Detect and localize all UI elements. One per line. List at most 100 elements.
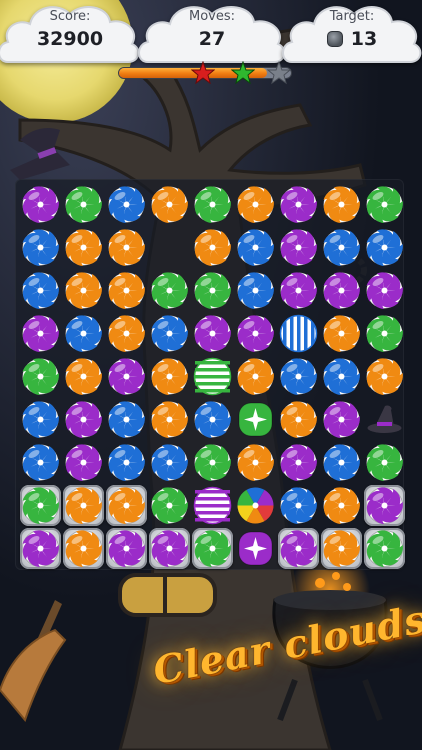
board-cell[interactable] bbox=[148, 527, 191, 570]
board-cell[interactable] bbox=[62, 269, 105, 312]
board-cell[interactable] bbox=[148, 183, 191, 226]
board-cell[interactable] bbox=[363, 527, 406, 570]
board-cell[interactable] bbox=[62, 527, 105, 570]
board-cell[interactable] bbox=[277, 312, 320, 355]
purple-swirl-candy-icon bbox=[108, 358, 145, 396]
board-cell[interactable] bbox=[234, 183, 277, 226]
board-cell[interactable] bbox=[62, 183, 105, 226]
board-cell[interactable] bbox=[191, 398, 234, 441]
board-cell[interactable] bbox=[277, 226, 320, 269]
board-cell[interactable] bbox=[19, 355, 62, 398]
board-cell[interactable] bbox=[234, 484, 277, 527]
orange-swirl-candy-icon bbox=[366, 358, 403, 396]
board-cell[interactable] bbox=[19, 398, 62, 441]
blue-swirl-candy-icon bbox=[22, 229, 59, 267]
board-cell[interactable] bbox=[62, 441, 105, 484]
board-cell[interactable] bbox=[234, 269, 277, 312]
board-cell[interactable] bbox=[105, 398, 148, 441]
board-cell-empty bbox=[148, 226, 191, 269]
board-cell[interactable] bbox=[148, 398, 191, 441]
board-cell[interactable] bbox=[19, 312, 62, 355]
board-cell[interactable] bbox=[148, 269, 191, 312]
board-cell[interactable] bbox=[320, 226, 363, 269]
board-cell[interactable] bbox=[320, 398, 363, 441]
board-cell[interactable] bbox=[191, 183, 234, 226]
board-cell[interactable] bbox=[320, 312, 363, 355]
board-cell[interactable] bbox=[320, 527, 363, 570]
cloud-tile-icon bbox=[326, 31, 343, 47]
target-value-row: 13 bbox=[282, 28, 422, 50]
board-cell[interactable] bbox=[363, 355, 406, 398]
board-cell[interactable] bbox=[191, 527, 234, 570]
board-cell[interactable] bbox=[363, 183, 406, 226]
board-cell[interactable] bbox=[320, 355, 363, 398]
board-cell[interactable] bbox=[191, 484, 234, 527]
board-cell[interactable] bbox=[105, 355, 148, 398]
board-cell[interactable] bbox=[19, 269, 62, 312]
board-cell[interactable] bbox=[62, 355, 105, 398]
board-cell[interactable] bbox=[191, 269, 234, 312]
board-cell[interactable] bbox=[363, 226, 406, 269]
board-cell[interactable] bbox=[19, 441, 62, 484]
board-cell[interactable] bbox=[277, 355, 320, 398]
board-cell[interactable] bbox=[148, 484, 191, 527]
board-cell[interactable] bbox=[234, 355, 277, 398]
blue-swirl-candy-icon bbox=[366, 229, 403, 267]
purple-swirl-candy-icon bbox=[22, 530, 59, 568]
board-cell[interactable] bbox=[105, 484, 148, 527]
board-cell[interactable] bbox=[363, 441, 406, 484]
striped-green-candy-icon bbox=[193, 357, 232, 396]
board-cell[interactable] bbox=[234, 312, 277, 355]
board-cell[interactable] bbox=[62, 398, 105, 441]
board-cell[interactable] bbox=[19, 183, 62, 226]
board-cell[interactable] bbox=[363, 484, 406, 527]
board-cell[interactable] bbox=[191, 226, 234, 269]
board-cell[interactable] bbox=[148, 312, 191, 355]
wrapped-purple-candy-icon bbox=[238, 531, 273, 566]
board-cell[interactable] bbox=[363, 312, 406, 355]
board-cell[interactable] bbox=[191, 441, 234, 484]
purple-swirl-candy-icon bbox=[280, 530, 317, 568]
board-cell[interactable] bbox=[105, 527, 148, 570]
board-cell[interactable] bbox=[277, 441, 320, 484]
board-cell[interactable] bbox=[148, 355, 191, 398]
board-cell[interactable] bbox=[105, 441, 148, 484]
board-cell[interactable] bbox=[19, 527, 62, 570]
board-cell[interactable] bbox=[105, 183, 148, 226]
board-cell[interactable] bbox=[62, 484, 105, 527]
orange-swirl-candy-icon bbox=[151, 401, 188, 439]
blue-swirl-candy-icon bbox=[280, 487, 317, 525]
board-cell[interactable] bbox=[148, 441, 191, 484]
board-cell[interactable] bbox=[191, 312, 234, 355]
board-cell[interactable] bbox=[363, 398, 406, 441]
orange-swirl-candy-icon bbox=[194, 229, 231, 267]
board-cell[interactable] bbox=[234, 398, 277, 441]
board-cell[interactable] bbox=[320, 269, 363, 312]
board-cell[interactable] bbox=[105, 226, 148, 269]
board-cell[interactable] bbox=[105, 312, 148, 355]
board-cell[interactable] bbox=[277, 183, 320, 226]
board-cell[interactable] bbox=[320, 484, 363, 527]
board-cell[interactable] bbox=[62, 226, 105, 269]
board-cell[interactable] bbox=[191, 355, 234, 398]
board-cell[interactable] bbox=[62, 312, 105, 355]
board-cell[interactable] bbox=[320, 183, 363, 226]
board-cell[interactable] bbox=[234, 226, 277, 269]
board-cell[interactable] bbox=[363, 269, 406, 312]
board-cell[interactable] bbox=[105, 269, 148, 312]
blue-swirl-candy-icon bbox=[22, 444, 59, 482]
board-cell[interactable] bbox=[19, 226, 62, 269]
board-cell[interactable] bbox=[19, 484, 62, 527]
orange-swirl-candy-icon bbox=[323, 315, 360, 353]
game-board bbox=[15, 179, 406, 570]
board-cell[interactable] bbox=[277, 269, 320, 312]
target-label: Target: bbox=[329, 9, 375, 24]
board-cell[interactable] bbox=[320, 441, 363, 484]
board-cell[interactable] bbox=[234, 527, 277, 570]
board-cell[interactable] bbox=[234, 441, 277, 484]
board-cell[interactable] bbox=[277, 398, 320, 441]
purple-swirl-candy-icon bbox=[280, 272, 317, 310]
board-cell[interactable] bbox=[277, 484, 320, 527]
board-cell[interactable] bbox=[277, 527, 320, 570]
purple-swirl-candy-icon bbox=[237, 315, 274, 353]
